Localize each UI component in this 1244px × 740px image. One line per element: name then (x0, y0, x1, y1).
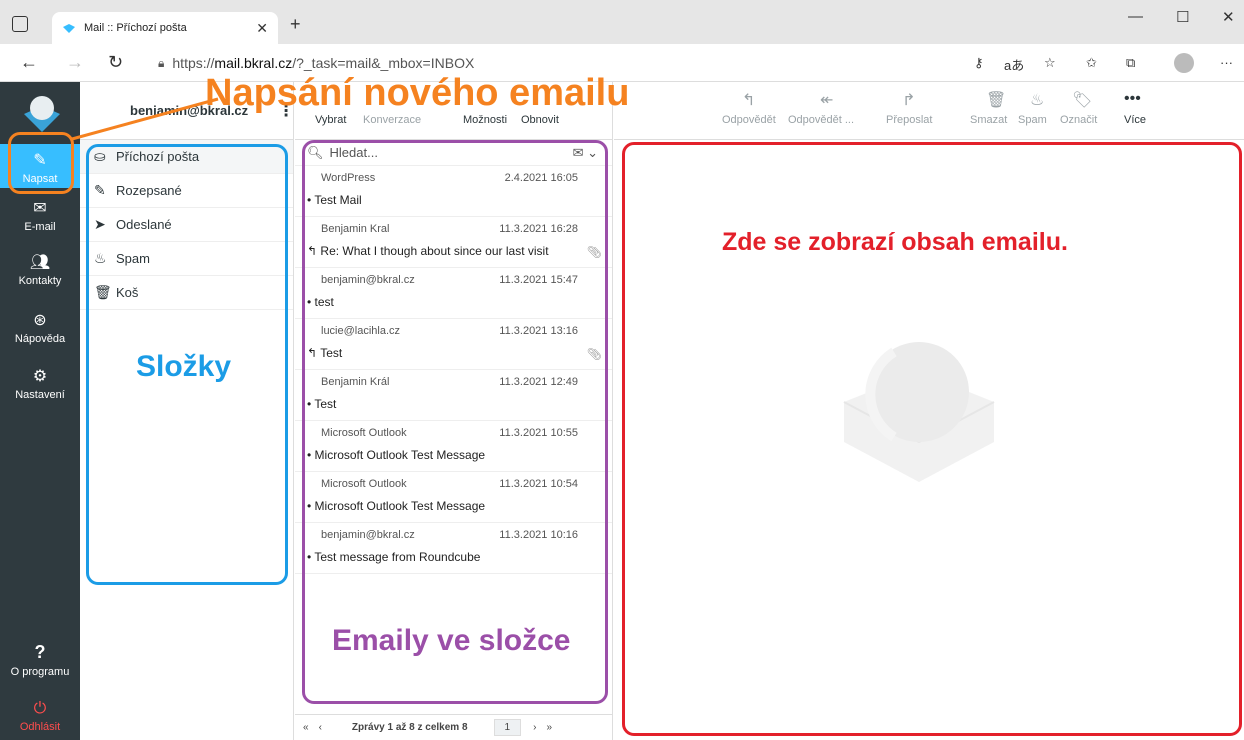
nav-settings-label: Nastavení (15, 389, 65, 401)
nav-help-label: Nápověda (14, 333, 66, 345)
browser-tab[interactable]: Mail :: Příchozí pošta ✕ (52, 12, 278, 44)
nav-settings[interactable]: ⚙ Nastavení (0, 366, 80, 401)
more-icon: ••• (1124, 90, 1141, 107)
browser-profile-avatar[interactable] (1174, 53, 1194, 73)
mark-button[interactable]: Označit (1060, 114, 1097, 126)
maximize-icon[interactable]: ☐ (1176, 8, 1189, 26)
nav-logout-label: Odhlásit (19, 721, 61, 733)
reload-icon[interactable]: ↻ (108, 52, 123, 73)
forward-icon[interactable]: → (66, 52, 84, 73)
lock-icon: 🔒︎ (158, 55, 165, 70)
compose-highlight-box (8, 132, 74, 194)
spam-button[interactable]: Spam (1018, 114, 1047, 126)
roundcube-logo (24, 96, 60, 132)
options-button[interactable]: Možnosti (463, 114, 507, 126)
delete-icon: 🗑︎ (986, 92, 1007, 109)
threads-button[interactable]: Konverzace (363, 114, 421, 126)
forward-icon: ↱ (902, 92, 916, 109)
nav-logout[interactable]: ⏻ Odhlásit (0, 700, 80, 733)
tab-title: Mail :: Příchozí pošta (84, 22, 187, 34)
users-icon: 👥︎ (29, 254, 51, 271)
question-icon: ? (34, 642, 46, 662)
nav-contacts[interactable]: 👥︎ Kontakty (0, 252, 80, 287)
last-page-icon[interactable]: » (546, 722, 552, 733)
nav-help[interactable]: ⊛ Nápověda (0, 310, 80, 345)
collections-icon[interactable]: ⧉ (1126, 55, 1135, 71)
gear-icon: ⚙ (32, 368, 48, 385)
more-button[interactable]: Více (1124, 114, 1146, 126)
select-button[interactable]: Vybrat (315, 114, 346, 126)
reply-all-icon: ↞ (820, 92, 834, 109)
url-path: /?_task=mail&_mbox=INBOX (292, 55, 475, 71)
emails-highlight-box (302, 140, 608, 704)
reply-all-button[interactable]: Odpovědět ... (788, 114, 854, 126)
page-input[interactable]: 1 (493, 719, 522, 736)
favorites-list-icon[interactable]: ✩ (1086, 55, 1097, 71)
next-page-icon[interactable]: › (533, 722, 536, 733)
nav-mail-label: E-mail (24, 221, 56, 233)
tab-close-icon[interactable]: ✕ (256, 20, 268, 37)
favorite-icon[interactable]: ☆ (1044, 55, 1056, 71)
close-window-icon[interactable]: ✕ (1222, 8, 1235, 26)
annotation-connector-line (71, 97, 219, 141)
first-page-icon[interactable]: « (303, 722, 309, 733)
envelope-icon: ✉ (33, 200, 47, 217)
nav-contacts-label: Kontakty (18, 275, 62, 287)
pager: « ‹ Zprávy 1 až 8 z celkem 8 1 › » (295, 714, 613, 740)
url-prefix: https:// (172, 55, 215, 71)
tag-icon: 🏷︎ (1072, 92, 1093, 109)
pager-text: Zprávy 1 až 8 z celkem 8 (351, 722, 468, 733)
nav-mail[interactable]: ✉ E-mail (0, 198, 80, 233)
forward-button[interactable]: Přeposlat (886, 114, 932, 126)
back-icon[interactable]: ← (20, 52, 38, 73)
nav-about[interactable]: ? O programu (0, 642, 80, 678)
refresh-button[interactable]: Obnovit (521, 114, 559, 126)
read-aloud-icon[interactable]: aあ (1004, 55, 1024, 74)
delete-button[interactable]: Smazat (970, 114, 1007, 126)
spam-icon: ♨ (1030, 92, 1045, 109)
annotation-folders: Složky (136, 350, 232, 383)
reply-button[interactable]: Odpovědět (722, 114, 776, 126)
roundcube-favicon-icon (63, 24, 75, 33)
browser-menu-icon[interactable]: ··· (1220, 55, 1233, 70)
lifebuoy-icon: ⊛ (33, 312, 47, 329)
power-icon: ⏻ (33, 700, 47, 717)
url-host: mail.bkral.cz (214, 55, 293, 71)
new-tab-icon[interactable]: + (290, 14, 301, 35)
nav-about-label: O programu (10, 666, 70, 678)
tab-actions-icon[interactable] (12, 16, 28, 32)
key-icon[interactable]: ⚷ (974, 55, 984, 71)
annotation-compose: Napsání nového emailu (205, 72, 630, 114)
annotation-emails: Emaily ve složce (332, 624, 571, 657)
message-toolbar: ↰ Odpovědět ↞ Odpovědět ... ↱ Přeposlat … (614, 82, 1244, 140)
reply-icon: ↰ (742, 92, 756, 109)
browser-tab-bar: Mail :: Příchozí pošta ✕ + — ☐ ✕ (0, 0, 1244, 44)
prev-page-icon[interactable]: ‹ (319, 722, 322, 733)
minimize-icon[interactable]: — (1128, 8, 1143, 25)
annotation-content: Zde se zobrazí obsah emailu. (722, 228, 1068, 256)
